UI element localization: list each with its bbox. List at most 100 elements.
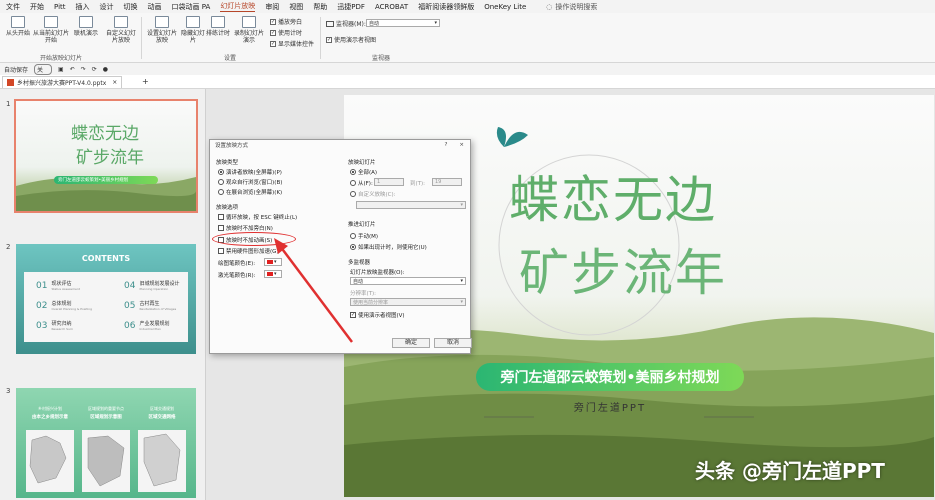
help-icon[interactable]: ? bbox=[444, 142, 447, 148]
to-input[interactable]: 19 bbox=[432, 178, 462, 186]
menu-item-1[interactable]: 开始 bbox=[30, 2, 44, 12]
contents-num: 03 bbox=[36, 320, 48, 331]
map-panel-subtitle: 由本之乡规划示意 bbox=[32, 415, 68, 420]
refresh-icon[interactable]: ⟳ bbox=[92, 66, 97, 73]
timings-check[interactable]: ✓ 使用计时 bbox=[270, 28, 302, 37]
contents-title: CONTENTS bbox=[81, 254, 131, 263]
map-panel-header: 乡村振兴计划 由本之乡规划示意 bbox=[26, 406, 74, 420]
laser-color-label: 激光笔颜色(R): bbox=[218, 273, 256, 279]
menu-item-4[interactable]: 设计 bbox=[100, 2, 114, 12]
rehearse-button[interactable]: 排练计时 bbox=[206, 16, 230, 37]
divider bbox=[141, 17, 142, 59]
from-beginning-button[interactable]: 从头开始 bbox=[4, 16, 32, 37]
show-type-kiosk[interactable]: 在展台浏览(全屏幕)(K) bbox=[218, 188, 282, 196]
menu-item-10[interactable]: 视图 bbox=[289, 2, 303, 12]
save-icon[interactable]: ▣ bbox=[58, 66, 64, 73]
bullet-icon[interactable]: ● bbox=[103, 66, 108, 73]
ok-button[interactable]: 确定 bbox=[392, 338, 430, 348]
radio-icon bbox=[350, 191, 356, 197]
ribbon: 从头开始 从当前幻灯片开始 联机演示 自定义幻灯片放映 开始放映幻灯片 设置幻灯… bbox=[0, 13, 935, 63]
menu-item-15[interactable]: OneKey Lite bbox=[484, 3, 526, 11]
resolution-select[interactable]: 使用当前分辨率 ▾ bbox=[350, 298, 466, 306]
narration-check[interactable]: ✓ 播放旁白 bbox=[270, 17, 302, 26]
advance-timings[interactable]: 如果出现计时，则使用它(U) bbox=[350, 243, 427, 251]
menu-item-9[interactable]: 审阅 bbox=[265, 2, 279, 12]
menu-item-0[interactable]: 文件 bbox=[6, 2, 20, 12]
monitor-value: 自动 bbox=[369, 20, 380, 27]
menu-item-8[interactable]: 幻灯片放映 bbox=[220, 1, 256, 12]
from-current-button[interactable]: 从当前幻灯片开始 bbox=[33, 16, 69, 44]
close-icon[interactable]: × bbox=[112, 79, 117, 86]
menu-item-2[interactable]: Pitt bbox=[54, 3, 66, 11]
button-label: 设置幻灯片放映 bbox=[146, 30, 177, 44]
button-label: 联机演示 bbox=[73, 30, 98, 37]
document-tab-bar: 乡村振兴旅游大赛PPT-V4.0.pptx × + bbox=[0, 75, 935, 89]
from-value: 1 bbox=[377, 179, 381, 185]
slide-thumbnail-3[interactable]: 乡村振兴计划 由本之乡规划示意 区域规划的重要节点 区域规划示意图 区域交通规划 区域交通… bbox=[16, 388, 196, 498]
redo-icon[interactable]: ↷ bbox=[81, 66, 86, 73]
menu-bar: 文件 开始 Pitt 插入 设计 切换 动画 口袋动画 PA 幻灯片放映 审阅 视图 帮助 迅捷PDF A… bbox=[0, 0, 935, 13]
cancel-button[interactable]: 取消 bbox=[434, 338, 472, 348]
to-label: 到(T): bbox=[410, 181, 426, 187]
map-panel-subtitle: 区域规划示意图 bbox=[90, 415, 122, 420]
slides-all[interactable]: 全部(A) bbox=[350, 168, 377, 176]
checkbox-icon: ✓ bbox=[270, 29, 276, 36]
checkbox-icon: ✓ bbox=[270, 40, 276, 47]
checkbox-icon: ✓ bbox=[270, 18, 276, 25]
checkbox-icon: ✓ bbox=[326, 36, 332, 43]
powerpoint-icon bbox=[7, 79, 14, 86]
contents-label: 古村再生 bbox=[139, 301, 160, 307]
record-button[interactable]: 录制幻灯片演示 bbox=[232, 16, 266, 44]
monitor-select[interactable]: 自动 ▾ bbox=[366, 19, 440, 27]
contents-sub: Overall Planning & Positing bbox=[51, 307, 93, 311]
group-label-start: 开始放映幻灯片 bbox=[40, 55, 83, 62]
record-icon bbox=[242, 16, 256, 28]
autosave-toggle[interactable]: 关 bbox=[34, 63, 53, 75]
from-input[interactable]: 1 bbox=[374, 178, 404, 186]
contents-label: 旧城规划发展设计 bbox=[139, 281, 180, 287]
thumb-banner: 旁门左道邵云蛟策划•美丽乡村规划 bbox=[58, 178, 129, 183]
custom-show-select[interactable]: ▾ bbox=[356, 201, 466, 209]
slide-thumbnail-2[interactable]: CONTENTS 01 现状评估 Status Assessment 02 总体规划 Ov… bbox=[16, 244, 196, 354]
menu-item-11[interactable]: 帮助 bbox=[313, 2, 327, 12]
show-type-presenter[interactable]: 演讲者放映(全屏幕)(P) bbox=[218, 168, 282, 176]
media-controls-check[interactable]: ✓ 显示媒体控件 bbox=[270, 39, 314, 48]
menu-item-6[interactable]: 动画 bbox=[148, 2, 162, 12]
menu-item-3[interactable]: 插入 bbox=[76, 2, 90, 12]
option-no-narration[interactable]: 放映时不加旁白(N) bbox=[218, 224, 273, 232]
checkbox-label: 放映时不加旁白(N) bbox=[226, 226, 273, 232]
slides-from[interactable]: 从(F): bbox=[350, 179, 373, 187]
file-tab[interactable]: 乡村振兴旅游大赛PPT-V4.0.pptx × bbox=[2, 76, 123, 88]
menu-item-7[interactable]: 口袋动画 PA bbox=[172, 2, 211, 12]
autosave-state: 关 bbox=[37, 66, 44, 74]
undo-icon[interactable]: ↶ bbox=[70, 66, 75, 73]
monitor-select[interactable]: 自动 ▾ bbox=[350, 277, 466, 285]
add-tab-icon[interactable]: + bbox=[142, 77, 149, 86]
search-placeholder: 操作说明搜索 bbox=[555, 2, 598, 11]
slides-custom[interactable]: 自定义放映(C): bbox=[350, 190, 396, 198]
presenter-view-check[interactable]: ✓ 使用演示者视图 bbox=[326, 35, 376, 44]
slide-thumbnail-1[interactable]: 蝶恋无边 矿步流年 旁门左道邵云蛟策划•美丽乡村规划 bbox=[14, 99, 198, 213]
contents-num: 06 bbox=[124, 320, 136, 331]
custom-show-button[interactable]: 自定义幻灯片放映 bbox=[104, 16, 138, 44]
chevron-down-icon: ▾ bbox=[434, 20, 437, 26]
show-slides-heading: 放映幻灯片 bbox=[348, 160, 376, 166]
autosave-label: 自动保存 bbox=[4, 66, 29, 74]
button-label: 录制幻灯片演示 bbox=[233, 30, 264, 44]
present-online-button[interactable]: 联机演示 bbox=[72, 16, 100, 37]
monitor-label: 监视器(M): bbox=[326, 19, 366, 28]
menu-item-12[interactable]: 迅捷PDF bbox=[337, 2, 365, 12]
menu-item-13[interactable]: ACROBAT bbox=[375, 3, 408, 11]
contents-num: 04 bbox=[124, 280, 136, 291]
radio-label: 全部(A) bbox=[358, 170, 378, 176]
show-type-heading: 放映类型 bbox=[216, 160, 239, 166]
hide-slide-button[interactable]: 隐藏幻灯片 bbox=[181, 16, 205, 44]
menu-item-5[interactable]: 切换 bbox=[124, 2, 138, 12]
show-type-window[interactable]: 观众自行浏览(窗口)(B) bbox=[218, 178, 282, 186]
setup-show-button[interactable]: 设置幻灯片放映 bbox=[145, 16, 179, 44]
option-loop[interactable]: 循环放映，按 ESC 键终止(L) bbox=[218, 213, 297, 221]
menu-item-14[interactable]: 福昕阅读器领鲜版 bbox=[418, 2, 474, 12]
close-icon[interactable]: × bbox=[459, 142, 464, 148]
search-box[interactable]: ◌ 操作说明搜索 bbox=[546, 2, 597, 12]
radio-icon bbox=[350, 169, 356, 175]
